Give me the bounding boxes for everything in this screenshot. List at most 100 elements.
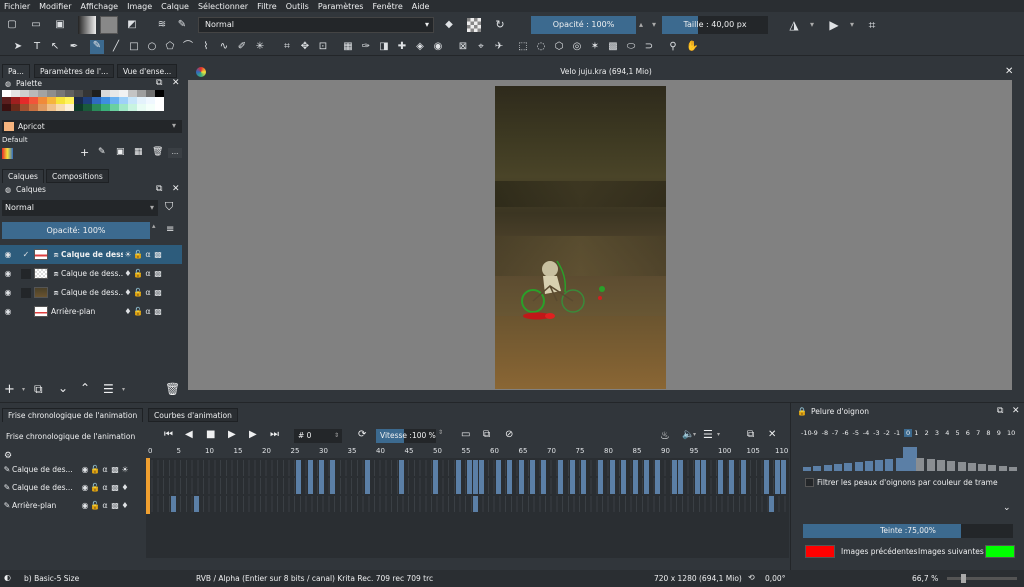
onion-frame-number[interactable]: -3 <box>873 429 879 437</box>
tab-layers[interactable]: Calques <box>2 169 44 183</box>
keyframe[interactable] <box>598 460 604 494</box>
onion-opacity-bar[interactable] <box>833 464 842 471</box>
visibility-eye-icon[interactable]: ◉ <box>80 465 90 475</box>
layer-opacity-slider[interactable]: Opacité: 100% <box>2 222 150 239</box>
onion-skin-icon[interactable]: ☀ <box>120 465 130 475</box>
keyframe[interactable] <box>718 460 723 494</box>
keyframe[interactable] <box>541 460 547 494</box>
keyframe[interactable] <box>193 496 199 512</box>
zoom-tool-icon[interactable]: ⚲ <box>667 41 679 53</box>
polygon-select-icon[interactable]: ⬡ <box>553 41 565 53</box>
duplicate-frame-icon[interactable]: ⧉ <box>483 429 490 440</box>
delete-swatch-icon[interactable]: 🗑 <box>152 147 163 157</box>
onion-frame-number[interactable]: 6 <box>966 429 970 437</box>
frames-grid[interactable] <box>146 458 798 558</box>
keyframe[interactable] <box>643 460 649 494</box>
layer-properties-icon[interactable]: ☰ <box>103 382 114 396</box>
color-picker-icon[interactable]: ✑ <box>360 41 372 53</box>
keyframe[interactable] <box>467 460 473 494</box>
freehand-path-icon[interactable]: ∿ <box>218 41 230 53</box>
keyframe[interactable] <box>319 460 324 494</box>
visibility-eye-icon[interactable]: ◉ <box>3 269 13 279</box>
timeline-layer-row[interactable]: ✎ Arrière-plan ◉ 🔓 α ▩ ♦ <box>0 497 146 514</box>
onion-skin-icon[interactable]: ♦ <box>123 269 133 279</box>
pin-icon[interactable]: ✎ <box>2 483 12 493</box>
canvas-area[interactable] <box>188 80 1020 390</box>
palette-set-icon[interactable] <box>2 148 13 159</box>
menu-filter[interactable]: Filtre <box>257 2 277 11</box>
animated-layer-icon[interactable]: ⧈ <box>51 269 61 279</box>
close-document-icon[interactable]: ✕ <box>1005 66 1013 77</box>
alpha-lock-icon[interactable]: α <box>143 307 153 317</box>
rectangle-tool-icon[interactable]: □ <box>128 41 140 53</box>
assistant-tool-icon[interactable]: ⊠ <box>457 41 469 53</box>
new-document-icon[interactable]: ▢ <box>6 19 18 31</box>
keyframe[interactable] <box>700 460 706 494</box>
keyframe[interactable] <box>678 460 684 494</box>
ellipse-select-icon[interactable]: ◌ <box>535 41 547 53</box>
keyframe[interactable] <box>609 460 615 494</box>
visibility-eye-icon[interactable]: ◉ <box>3 250 13 260</box>
preserve-alpha-icon[interactable] <box>467 18 481 32</box>
canvas-image[interactable] <box>495 86 666 389</box>
colorize-mask-icon[interactable]: ◨ <box>378 41 390 53</box>
keyframe[interactable] <box>695 460 701 494</box>
frame-ruler[interactable]: 0 5 10 15 20 25 30 35 40 45 50 55 60 65 70 75 80 85 90 95 10… <box>146 446 789 458</box>
pin-icon[interactable]: ✎ <box>2 501 12 511</box>
next-frames-color[interactable] <box>985 545 1015 558</box>
onion-frame-number[interactable]: 9 <box>997 429 1001 437</box>
keyframe[interactable] <box>740 460 746 494</box>
move-layer-down-icon[interactable]: ⌄ <box>58 381 68 395</box>
menu-edit[interactable]: Modifier <box>39 2 71 11</box>
keyframe[interactable] <box>529 460 535 494</box>
onion-opacity-bar[interactable] <box>844 463 853 471</box>
onion-frame-number[interactable]: -4 <box>863 429 869 437</box>
rect-select-icon[interactable]: ⬚ <box>517 41 529 53</box>
keyframe[interactable] <box>632 460 638 494</box>
keyframe[interactable] <box>507 460 513 494</box>
expand-icon[interactable]: ⌄ <box>1003 503 1011 513</box>
onion-opacity-bar[interactable] <box>936 460 945 471</box>
zoom-slider[interactable] <box>947 574 1017 583</box>
menu-help[interactable]: Aide <box>412 2 430 11</box>
add-layer-icon[interactable]: + <box>4 382 15 397</box>
add-layer-timeline-icon[interactable]: ⚙ <box>4 451 12 461</box>
onion-skin-icon[interactable]: ♦ <box>120 483 130 493</box>
onion-skin-icon[interactable]: ♦ <box>123 307 133 317</box>
onion-frame-number[interactable]: -7 <box>832 429 838 437</box>
onion-opacity-bar[interactable] <box>1009 467 1017 471</box>
onion-close-icon[interactable]: ✕ <box>1012 406 1020 416</box>
layer-row[interactable]: ◉ Arrière-plan ♦ 🔓 α ▩ <box>0 302 182 321</box>
playhead[interactable] <box>146 458 150 514</box>
alpha-lock-icon[interactable]: α <box>143 269 153 279</box>
magnetic-select-icon[interactable]: ⊃ <box>643 41 655 53</box>
palette-more-button[interactable]: ... <box>168 148 182 158</box>
keyframe[interactable] <box>558 460 564 494</box>
onion-frame-number[interactable]: -10 <box>801 429 812 437</box>
keyframe[interactable] <box>729 460 735 494</box>
canvas-vertical-scrollbar[interactable] <box>1012 80 1020 390</box>
layer-checked-icon[interactable]: ✓ <box>21 250 31 260</box>
alpha-lock-icon[interactable]: α <box>143 288 153 298</box>
visibility-eye-icon[interactable]: ◉ <box>3 307 13 317</box>
tab-overview[interactable]: Vue d'ense... <box>117 64 178 78</box>
lock-icon[interactable]: 🔓 <box>90 465 100 475</box>
brush-presets-icon[interactable]: ≋ <box>156 19 168 31</box>
onion-frame-number[interactable]: -5 <box>853 429 859 437</box>
keyframe[interactable] <box>518 460 524 494</box>
filter-layers-icon[interactable]: ⛉ <box>165 200 173 214</box>
opacity-dropdown-icon[interactable]: ▾ <box>652 20 656 29</box>
alpha-lock-icon[interactable]: α <box>100 483 110 493</box>
onion-opacity-bar[interactable] <box>875 460 884 471</box>
onion-skin-icon[interactable]: ☀ <box>123 250 133 260</box>
animated-layer-icon[interactable]: ⧈ <box>51 288 61 298</box>
alpha-lock-icon[interactable]: α <box>100 465 110 475</box>
onion-opacity-bar[interactable] <box>903 447 917 471</box>
onion-opacity-bar[interactable] <box>823 465 832 471</box>
onion-opacity-bar[interactable] <box>813 466 822 471</box>
onion-frame-number[interactable]: 3 <box>935 429 939 437</box>
layers-float-icon[interactable]: ⧉ <box>156 184 162 194</box>
lock-icon[interactable]: 🔓 <box>90 483 100 493</box>
transform-tool-icon[interactable]: ⊡ <box>317 41 329 53</box>
keyframe[interactable] <box>581 460 587 494</box>
